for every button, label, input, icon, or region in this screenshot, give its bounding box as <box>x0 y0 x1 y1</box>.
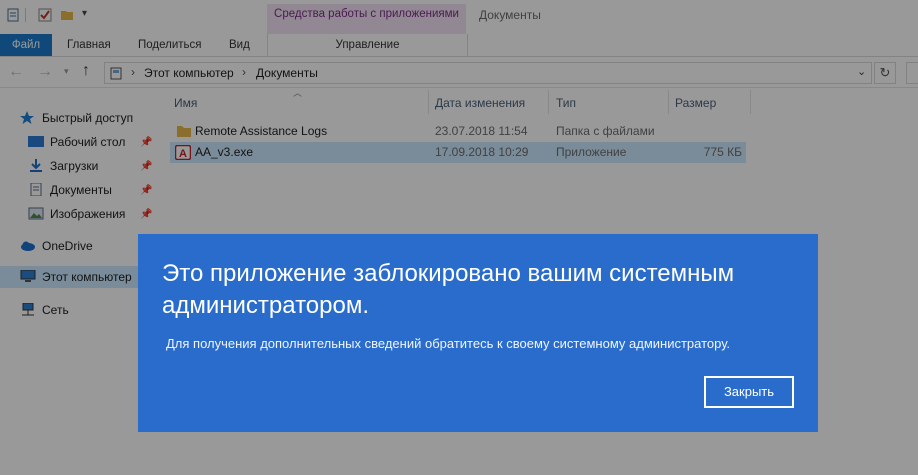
dialog-title: Это приложение заблокировано вашим систе… <box>162 260 735 319</box>
close-button[interactable]: Закрыть <box>704 376 794 408</box>
dialog-message: Для получения дополнительных сведений об… <box>166 336 731 351</box>
